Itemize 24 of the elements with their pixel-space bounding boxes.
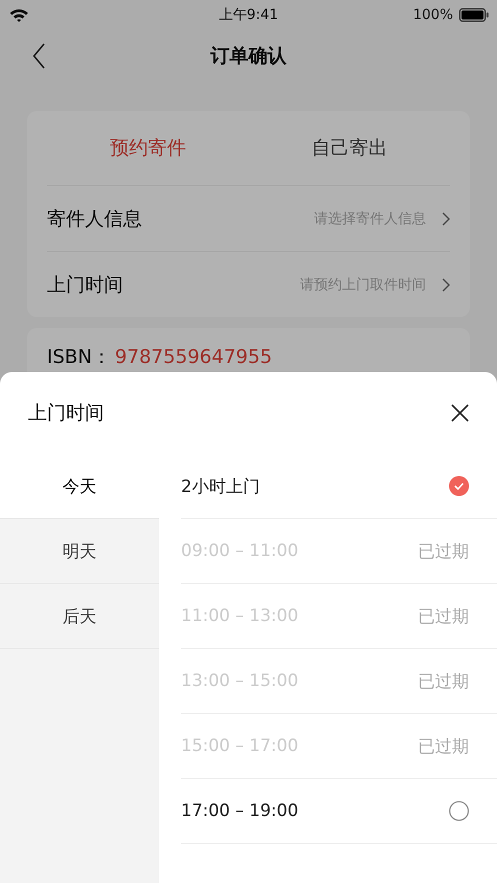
battery-percentage: 100% <box>412 7 453 23</box>
close-button[interactable] <box>450 403 470 423</box>
expired-label: 已过期 <box>418 540 469 562</box>
field-label: 寄件人信息 <box>47 206 142 232</box>
page-title: 订单确认 <box>210 44 286 69</box>
wifi-icon <box>9 8 29 22</box>
mode-tab[interactable]: 自己寄出 <box>248 111 450 185</box>
day-item[interactable]: 今天 <box>0 454 159 519</box>
isbn-label: ISBN： <box>47 345 111 370</box>
expired-label: 已过期 <box>418 606 469 628</box>
expired-label: 已过期 <box>418 736 469 758</box>
check-icon[interactable] <box>449 476 469 496</box>
field-label: 上门时间 <box>47 272 123 298</box>
back-button[interactable] <box>32 43 46 69</box>
radio-icon[interactable] <box>449 801 469 821</box>
status-time: 上午9:41 <box>218 6 278 24</box>
isbn-value: 9787559647955 <box>114 346 272 368</box>
time-slot[interactable]: 2小时上门 <box>181 474 260 498</box>
sheet-title: 上门时间 <box>28 401 104 426</box>
chevron-icon <box>442 278 450 292</box>
expired-label: 已过期 <box>418 670 469 692</box>
time-slot[interactable]: 17:00 – 19:00 <box>181 801 298 821</box>
chevron-icon <box>442 212 450 226</box>
battery-icon <box>459 8 489 22</box>
